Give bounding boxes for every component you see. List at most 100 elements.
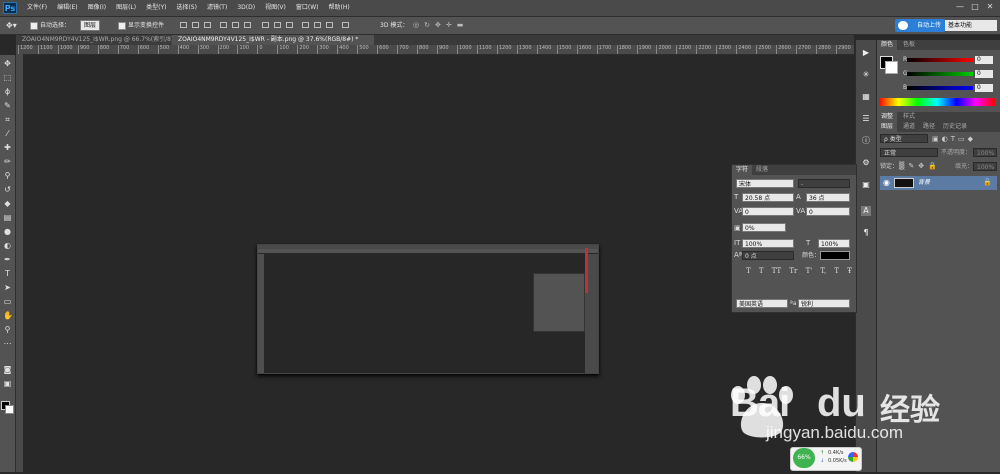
auto-select-value[interactable]: 图层: [80, 20, 101, 31]
screen-mode-icon[interactable]: ▣: [3, 379, 12, 388]
text-color-swatch[interactable]: [820, 251, 850, 260]
red-value-field[interactable]: 0: [975, 56, 993, 64]
menu-3d[interactable]: 3D(D): [232, 0, 260, 16]
subscript-button[interactable]: T,: [820, 267, 826, 277]
paragraph-icon[interactable]: ¶: [861, 228, 871, 238]
kerning-field[interactable]: 0: [742, 207, 794, 216]
tab-paths[interactable]: 路径: [919, 122, 939, 132]
align-vcenter-icon[interactable]: [192, 22, 199, 28]
align-bottom-icon[interactable]: [204, 22, 211, 28]
workspace-dropdown[interactable]: 基本功能: [945, 20, 997, 31]
auto-select-checkbox[interactable]: 自动选择：: [30, 20, 70, 31]
menu-edit[interactable]: 编辑(E): [52, 0, 82, 16]
type-tool-icon[interactable]: T: [3, 269, 12, 278]
color-spectrum[interactable]: [879, 98, 995, 106]
small-caps-button[interactable]: Tr: [789, 267, 797, 277]
maximize-button[interactable]: □: [970, 2, 980, 12]
opacity-field[interactable]: 100%: [973, 148, 997, 157]
tab-document-1[interactable]: ZOAIO4NM9RDY4V125_I$WR.png @ 66.7%(索引/8)…: [16, 35, 178, 45]
menu-layer[interactable]: 图层(L): [111, 0, 141, 16]
pen-tool-icon[interactable]: ✒: [3, 255, 12, 264]
layer-kind-filter[interactable]: ρ 类型: [880, 134, 928, 143]
font-family-dropdown[interactable]: 宋体: [736, 179, 794, 188]
blur-tool-icon[interactable]: ●: [3, 227, 12, 236]
tab-layers[interactable]: 图层: [877, 122, 898, 132]
blend-mode-dropdown[interactable]: 正常: [880, 148, 938, 157]
distribute-bottom-icon[interactable]: [286, 22, 293, 28]
healing-brush-tool-icon[interactable]: ✚: [3, 143, 12, 152]
tab-color[interactable]: 颜色: [877, 40, 898, 50]
menu-filter[interactable]: 滤镜(T): [202, 0, 232, 16]
brush-settings-icon[interactable]: ✳: [861, 70, 871, 80]
green-value-field[interactable]: 0: [975, 70, 993, 78]
menu-view[interactable]: 视图(V): [260, 0, 291, 16]
tab-adjustments[interactable]: 调整: [877, 112, 898, 122]
move-tool-icon[interactable]: ✥: [3, 59, 12, 68]
align-hcenter-icon[interactable]: [232, 22, 239, 28]
menu-image[interactable]: 图像(I): [83, 0, 111, 16]
tab-document-2[interactable]: ZOAIO4NM9RDY4V125_I$WR - 副本.png @ 37.6%(…: [172, 35, 374, 45]
3d-mode-icons[interactable]: ◎↻✥✛▬: [413, 20, 468, 31]
move-tool-icon[interactable]: ✥▾: [6, 20, 17, 31]
minimize-button[interactable]: —: [955, 2, 965, 12]
show-transform-checkbox[interactable]: 显示变换控件: [118, 20, 164, 31]
menu-select[interactable]: 选择(S): [171, 0, 202, 16]
all-caps-button[interactable]: TT: [772, 267, 781, 277]
auto-align-icon[interactable]: [342, 22, 349, 28]
tab-channels[interactable]: 通道: [899, 122, 919, 132]
character-icon[interactable]: A: [861, 206, 871, 216]
lasso-tool-icon[interactable]: ϕ: [3, 87, 12, 96]
menu-help[interactable]: 帮助(H): [324, 0, 355, 16]
browser-icon[interactable]: [848, 452, 858, 462]
align-left-icon[interactable]: [220, 22, 227, 28]
more-tools-icon[interactable]: ⋯: [3, 339, 12, 348]
scale-field[interactable]: 0%: [742, 223, 786, 232]
baseline-field[interactable]: 0 点: [742, 251, 794, 260]
faux-bold-button[interactable]: T: [746, 267, 751, 277]
tab-styles[interactable]: 样式: [899, 112, 919, 122]
color-bg-swatch[interactable]: [885, 61, 898, 74]
gradient-tool-icon[interactable]: ▤: [3, 213, 12, 222]
hand-tool-icon[interactable]: ✋: [3, 311, 13, 320]
history-icon[interactable]: ▦: [861, 92, 871, 102]
distribute-top-icon[interactable]: [262, 22, 269, 28]
properties-icon[interactable]: ☰: [861, 114, 871, 124]
menu-window[interactable]: 窗口(W): [291, 0, 324, 16]
menu-file[interactable]: 文件(F): [22, 0, 52, 16]
vertical-scale-field[interactable]: 100%: [742, 239, 794, 248]
document-image[interactable]: [257, 244, 599, 374]
info-icon[interactable]: ⓘ: [861, 136, 871, 146]
underline-button[interactable]: T: [834, 267, 839, 277]
history-brush-tool-icon[interactable]: ↺: [3, 185, 12, 194]
tab-swatches[interactable]: 色板: [899, 40, 919, 50]
distribute-hcenter-icon[interactable]: [314, 22, 321, 28]
fill-field[interactable]: 100%: [973, 162, 997, 171]
close-button[interactable]: ✕: [985, 2, 995, 12]
marquee-tool-icon[interactable]: ⬚: [3, 73, 12, 82]
eyedropper-tool-icon[interactable]: ⁄: [3, 129, 12, 138]
distribute-left-icon[interactable]: [302, 22, 309, 28]
anti-alias-dropdown[interactable]: 锐利: [798, 299, 850, 308]
red-slider[interactable]: [907, 58, 973, 62]
checkbox-icon[interactable]: [30, 21, 38, 30]
eraser-tool-icon[interactable]: ◆: [3, 199, 12, 208]
quick-mask-icon[interactable]: ◙: [3, 365, 12, 374]
faux-italic-button[interactable]: T: [759, 267, 764, 277]
eye-icon[interactable]: ◉: [883, 178, 890, 187]
checkbox-icon[interactable]: [118, 21, 126, 30]
dodge-tool-icon[interactable]: ◐: [3, 241, 12, 250]
lock-icons[interactable]: ▒✎✥🔒: [899, 162, 941, 171]
distribute-right-icon[interactable]: [326, 22, 333, 28]
language-dropdown[interactable]: 美国英语: [736, 299, 788, 308]
align-top-icon[interactable]: [180, 22, 187, 28]
path-select-tool-icon[interactable]: ➤: [3, 283, 12, 292]
layer-name[interactable]: 背景: [918, 179, 930, 187]
tracking-field[interactable]: 0: [806, 207, 850, 216]
leading-field[interactable]: 36 点: [806, 193, 850, 202]
brush-tool-icon[interactable]: ✏: [3, 157, 12, 166]
horizontal-scale-field[interactable]: 100%: [818, 239, 850, 248]
blue-slider[interactable]: [907, 86, 973, 90]
tab-paragraph[interactable]: 段落: [752, 165, 772, 175]
background-color-swatch[interactable]: [5, 405, 14, 414]
blue-value-field[interactable]: 0: [975, 84, 993, 92]
